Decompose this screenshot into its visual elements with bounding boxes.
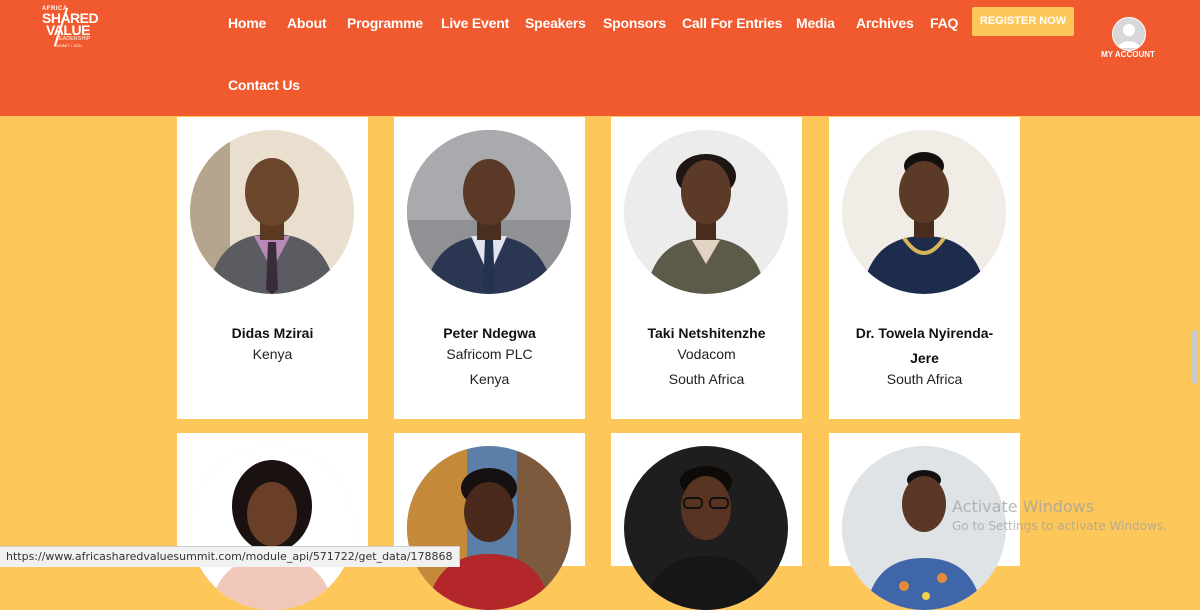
nav-programme[interactable]: Programme <box>347 15 423 31</box>
speaker-photo <box>407 446 571 610</box>
speaker-card[interactable]: Taki Netshitenzhe Vodacom South Africa <box>611 117 802 419</box>
nav-media[interactable]: Media <box>796 15 835 31</box>
register-now-button[interactable]: REGISTER NOW <box>972 7 1074 36</box>
site-header: AFRICA SHARED VALUE LEADERSHIP SUMMIT • … <box>0 0 1200 116</box>
speaker-photo <box>190 130 354 294</box>
speaker-country: Kenya <box>469 371 510 387</box>
nav-archives[interactable]: Archives <box>856 15 914 31</box>
speaker-photo <box>624 130 788 294</box>
nav-speakers[interactable]: Speakers <box>525 15 586 31</box>
speaker-card[interactable] <box>611 433 802 610</box>
nav-home[interactable]: Home <box>228 15 266 31</box>
my-account-link[interactable]: MY ACCOUNT <box>1094 50 1162 59</box>
speaker-photo <box>190 446 354 610</box>
speaker-company: Safricom PLC <box>446 346 533 362</box>
speaker-company: Vodacom <box>677 346 736 362</box>
speaker-country: South Africa <box>668 371 745 387</box>
site-logo[interactable]: AFRICA SHARED VALUE LEADERSHIP SUMMIT • … <box>40 5 100 49</box>
nav-sponsors[interactable]: Sponsors <box>603 15 666 31</box>
nav-faq[interactable]: FAQ <box>930 15 958 31</box>
speaker-country: South Africa <box>886 371 963 387</box>
speaker-photo <box>624 446 788 610</box>
activate-windows-title: Activate Windows <box>952 497 1095 516</box>
nav-contact-us[interactable]: Contact Us <box>228 77 300 93</box>
speaker-photo <box>407 130 571 294</box>
activate-windows-subtitle: Go to Settings to activate Windows. <box>952 519 1167 533</box>
speaker-card[interactable]: Peter Ndegwa Safricom PLC Kenya <box>394 117 585 419</box>
speaker-name-line-1: Dr. Towela Nyirenda- <box>855 325 994 341</box>
nav-live-event[interactable]: Live Event <box>441 15 509 31</box>
logo-text-leadership: LEADERSHIP <box>56 36 91 42</box>
account-avatar-icon[interactable] <box>1112 17 1146 51</box>
nav-about[interactable]: About <box>287 15 327 31</box>
logo-text-summit: SUMMIT • 2021 <box>54 43 83 48</box>
nav-call-for-entries[interactable]: Call For Entries <box>682 15 782 31</box>
speaker-card[interactable]: Dr. Towela Nyirenda- Jere South Africa <box>829 117 1020 419</box>
speaker-card[interactable]: Didas Mzirai Kenya <box>177 117 368 419</box>
browser-status-url: https://www.africasharedvaluesummit.com/… <box>0 546 460 567</box>
speaker-photo <box>842 130 1006 294</box>
speaker-country: Kenya <box>252 346 293 362</box>
page-scrollbar[interactable] <box>1192 330 1198 384</box>
